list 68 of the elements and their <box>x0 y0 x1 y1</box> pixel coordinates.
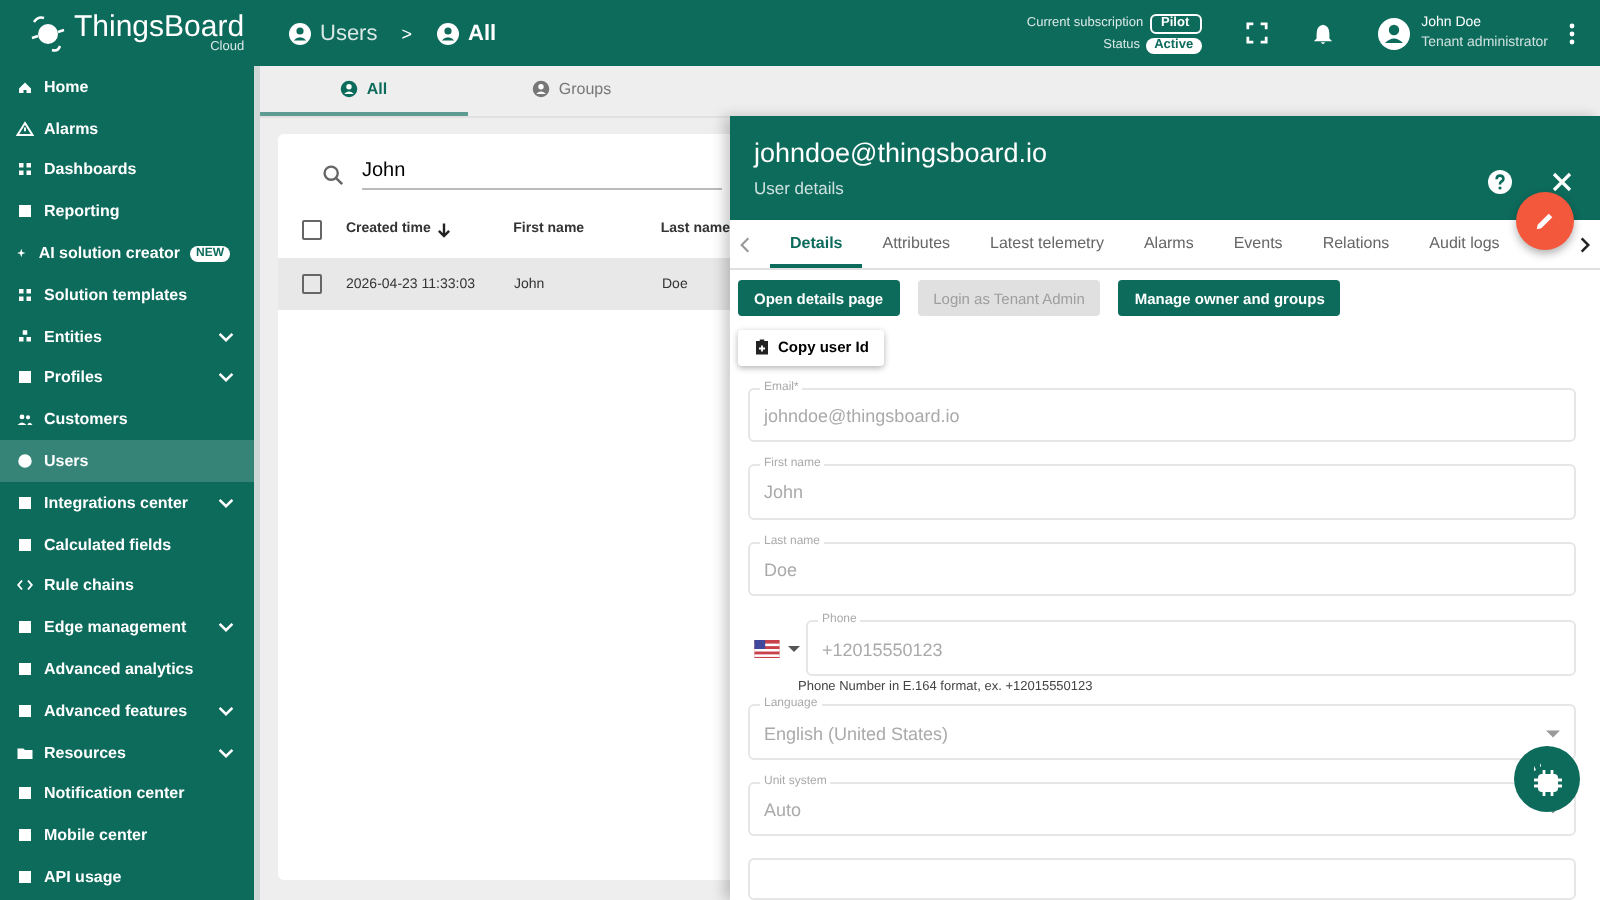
sidebar-item[interactable]: Solution templates <box>0 273 254 316</box>
sidebar-item[interactable]: Edge management <box>0 606 254 649</box>
tab[interactable]: Events <box>1213 220 1303 268</box>
folder-icon <box>16 743 34 762</box>
assistant-button[interactable] <box>1514 746 1580 812</box>
tab[interactable]: Alarms <box>1123 220 1214 268</box>
breadcrumb-separator: > <box>401 23 412 43</box>
sidebar-item[interactable]: Advanced features <box>0 689 254 732</box>
sidebar-item[interactable]: Resources <box>0 731 254 774</box>
logo-name: ThingsBoard <box>74 11 245 42</box>
tab[interactable]: Latest telemetry <box>970 220 1124 268</box>
warning-icon <box>16 119 34 138</box>
grid-icon <box>16 285 34 304</box>
sidebar-item[interactable]: Advanced analytics <box>0 648 254 690</box>
pencil-icon <box>1534 210 1556 232</box>
chevron-right-icon[interactable] <box>1580 235 1590 253</box>
search-icon <box>322 163 344 185</box>
tab[interactable]: Relations <box>1302 220 1410 268</box>
panel-title: johndoe@thingsboard.io <box>754 138 1048 168</box>
sidebar-item[interactable]: Profiles <box>0 357 254 399</box>
tab[interactable]: Details <box>770 220 863 268</box>
chevron-down-icon[interactable] <box>218 331 234 342</box>
tab[interactable]: All <box>260 66 468 116</box>
sidebar-item[interactable]: Customers <box>0 398 254 441</box>
help-icon[interactable] <box>1488 170 1512 194</box>
breadcrumb-link[interactable]: All <box>468 21 497 45</box>
chevron-down-icon[interactable] <box>218 497 234 508</box>
sidebar-item[interactable]: Users <box>0 440 254 482</box>
sidebar-item[interactable]: Alarms <box>0 107 254 150</box>
chevron-down-icon[interactable] <box>218 747 234 758</box>
code-icon <box>16 576 34 595</box>
chevron-down-icon[interactable] <box>218 622 234 633</box>
sidebar-item[interactable]: API usage <box>0 856 254 898</box>
caret-icon <box>788 645 800 652</box>
sidebar-item[interactable]: Reporting <box>0 190 254 233</box>
edit-button[interactable] <box>1516 192 1574 250</box>
more-icon[interactable] <box>1568 21 1576 45</box>
search-field[interactable]: John <box>362 159 722 189</box>
checkbox[interactable] <box>302 274 322 294</box>
sidebar-item[interactable]: Entities <box>0 315 254 358</box>
checkbox[interactable] <box>302 219 322 239</box>
caret-icon <box>1546 729 1560 738</box>
breadcrumb-link[interactable]: Users <box>320 21 378 45</box>
sidebar-item[interactable]: Dashboards <box>0 149 254 191</box>
sidebar-item[interactable]: Mobile center <box>0 814 254 857</box>
bell-icon[interactable] <box>1311 21 1334 45</box>
flag-icon <box>754 639 780 658</box>
chevron-down-icon[interactable] <box>218 705 234 716</box>
tab[interactable]: Groups <box>468 66 676 116</box>
fullscreen-icon[interactable] <box>1245 22 1268 44</box>
avatar-icon[interactable] <box>1377 17 1410 49</box>
sidebar-item[interactable]: Calculated fields <box>0 523 254 566</box>
sidebar-item[interactable]: Notification center <box>0 773 254 815</box>
panel-subtitle: User details <box>754 178 846 198</box>
tab[interactable]: Attributes <box>862 220 971 268</box>
people-icon <box>16 410 34 429</box>
sidebar-item[interactable]: Integrations center <box>0 481 254 524</box>
grid-icon <box>16 160 34 179</box>
logo-icon <box>28 13 68 53</box>
cubes-icon <box>16 327 34 346</box>
sidebar-item[interactable]: Home <box>0 66 254 108</box>
tab[interactable]: Audit logs <box>1409 220 1520 268</box>
chevron-left-icon[interactable] <box>740 235 750 253</box>
house-icon <box>16 77 34 96</box>
sidebar-item[interactable]: Rule chains <box>0 565 254 607</box>
chevron-down-icon[interactable] <box>218 372 234 383</box>
close-icon[interactable] <box>1552 172 1572 192</box>
clipboard-icon <box>754 338 770 357</box>
